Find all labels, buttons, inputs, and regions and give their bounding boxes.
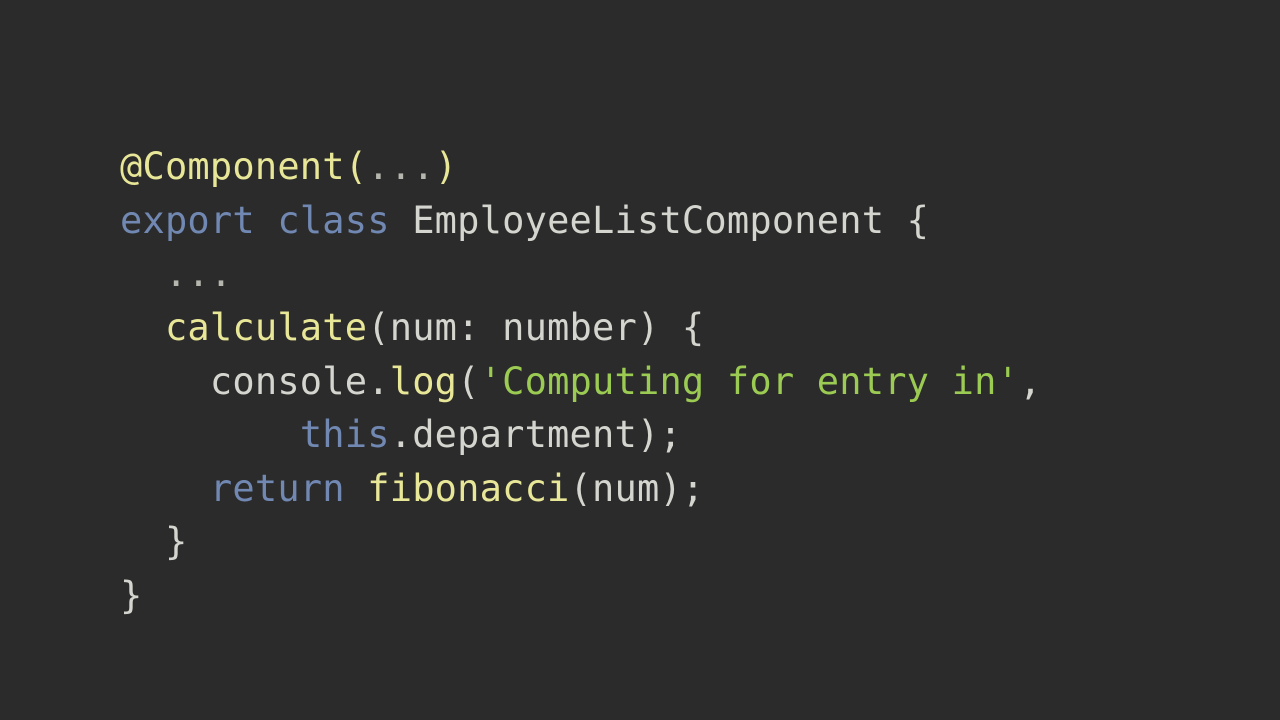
code-token — [120, 306, 165, 349]
code-token: class — [277, 199, 389, 242]
code-token: ) — [435, 145, 457, 188]
code-token — [120, 467, 210, 510]
code-token — [255, 199, 277, 242]
code-token: return — [210, 467, 345, 510]
code-token — [345, 467, 367, 510]
code-token: calculate — [165, 306, 367, 349]
code-token: ( — [457, 360, 479, 403]
code-token: } — [120, 520, 187, 563]
code-token: EmployeeListComponent { — [390, 199, 929, 242]
code-token: export — [120, 199, 255, 242]
code-token: @Component( — [120, 145, 367, 188]
code-token: log — [390, 360, 457, 403]
code-token — [120, 413, 300, 456]
code-token: (num); — [570, 467, 705, 510]
code-token: console. — [120, 360, 390, 403]
code-token: ... — [165, 252, 232, 295]
code-token: (num: number) { — [367, 306, 704, 349]
code-token: } — [120, 574, 142, 617]
code-token: 'Computing for entry in' — [480, 360, 1019, 403]
code-token: fibonacci — [367, 467, 569, 510]
code-block: @Component(...) export class EmployeeLis… — [0, 0, 1280, 623]
code-token: , — [1019, 360, 1041, 403]
code-token: ... — [367, 145, 434, 188]
code-token: this — [300, 413, 390, 456]
code-token — [120, 252, 165, 295]
code-token: .department); — [390, 413, 682, 456]
